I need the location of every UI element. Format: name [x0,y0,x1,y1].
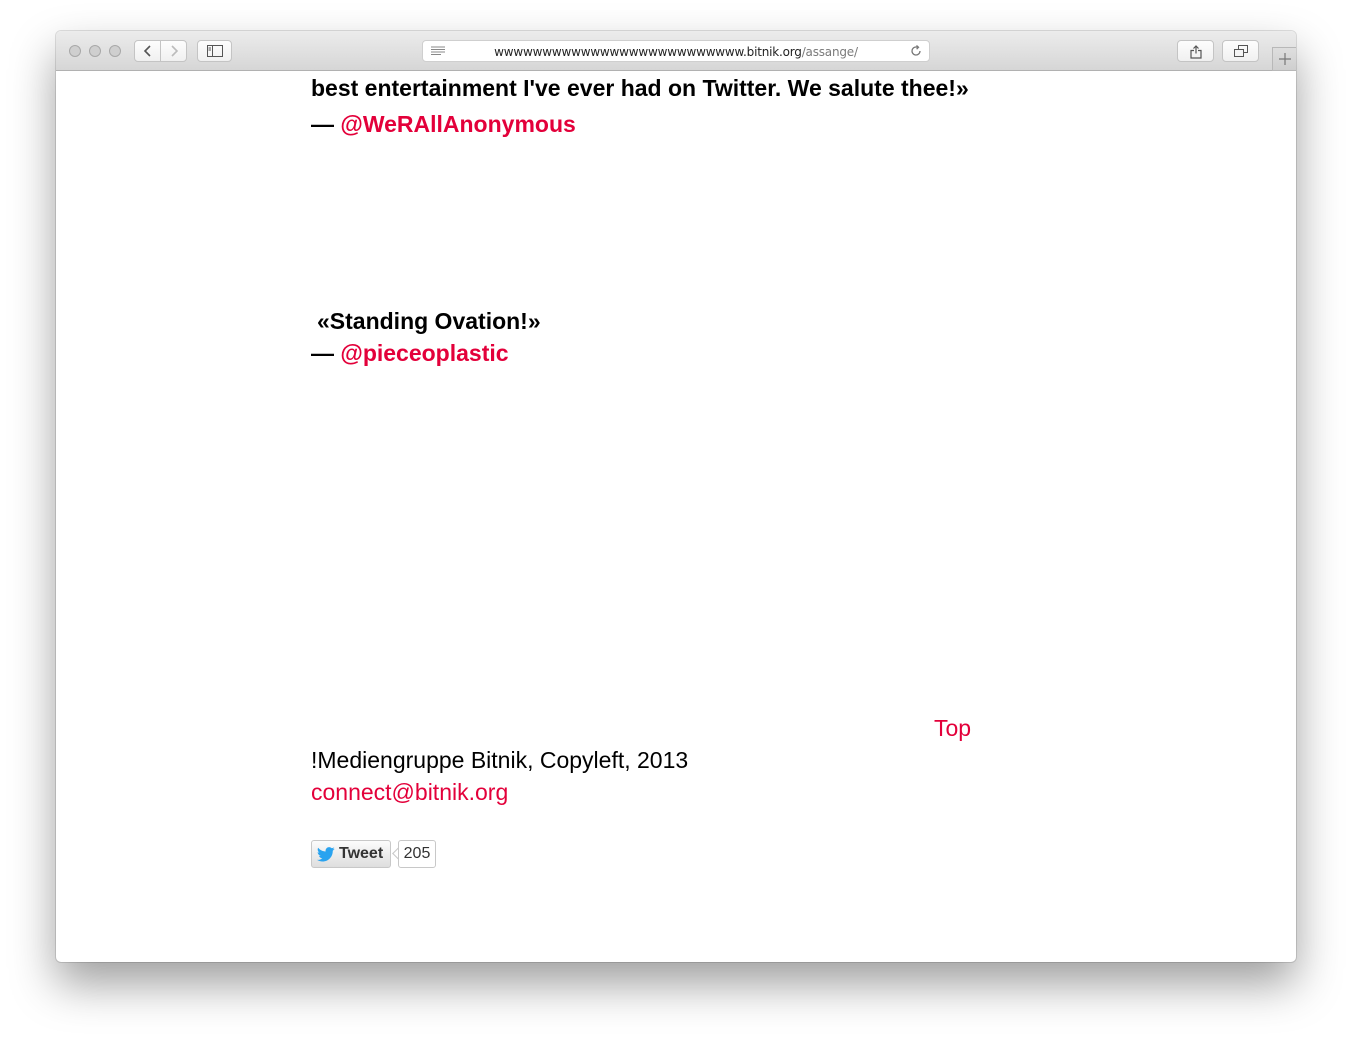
browser-toolbar: wwwwwwwwwwwwwwwwwwwwwwwwww.bitnik.org/as… [56,31,1296,71]
twitter-handle-link[interactable]: @pieceoplastic [340,340,508,366]
url-path: /assange/ [801,45,858,59]
tabs-overview-icon [1233,45,1248,57]
sidebar-toggle-button[interactable] [197,40,232,62]
quote-author-2: — @pieceoplastic [311,337,509,369]
sidebar-icon [206,45,223,57]
page-content: best entertainment I've ever had on Twit… [56,71,1296,962]
chevron-right-icon [170,45,178,57]
footer-copyright: !Mediengruppe Bitnik, Copyleft, 2013 [311,747,689,773]
show-tabs-button[interactable] [1222,40,1259,62]
contact-email-link[interactable]: connect@bitnik.org [311,776,508,808]
new-tab-button[interactable] [1272,47,1296,71]
chevron-left-icon [143,45,151,57]
back-button[interactable] [134,40,161,62]
author-dash: — [311,340,341,366]
quote-author-1: — @WeRAllAnonymous [311,108,576,140]
tweet-count: 205 [398,840,436,868]
share-button[interactable] [1177,40,1214,62]
twitter-handle-link[interactable]: @WeRAllAnonymous [340,111,575,137]
address-bar[interactable]: wwwwwwwwwwwwwwwwwwwwwwwwww.bitnik.org/as… [422,40,930,62]
author-dash: — [311,111,341,137]
quote-text: «Standing Ovation!» [317,308,541,334]
url-host: wwwwwwwwwwwwwwwwwwwwwwwwww.bitnik.org [494,45,802,59]
zoom-window-button[interactable] [109,45,121,57]
browser-window: wwwwwwwwwwwwwwwwwwwwwwwwww.bitnik.org/as… [56,31,1296,962]
back-to-top-link[interactable]: Top [934,712,971,744]
share-icon [1189,44,1202,59]
plus-icon [1278,53,1291,65]
url-text: wwwwwwwwwwwwwwwwwwwwwwwwww.bitnik.org/as… [423,45,929,59]
minimize-window-button[interactable] [89,45,101,57]
tweet-label: Tweet [339,845,384,862]
close-window-button[interactable] [69,45,81,57]
twitter-bird-icon [317,846,335,861]
tweet-button[interactable]: Tweet [311,840,391,868]
forward-button[interactable] [160,40,187,62]
quote-text-partial: best entertainment I've ever had on Twit… [311,75,969,101]
reload-icon[interactable] [909,44,923,58]
